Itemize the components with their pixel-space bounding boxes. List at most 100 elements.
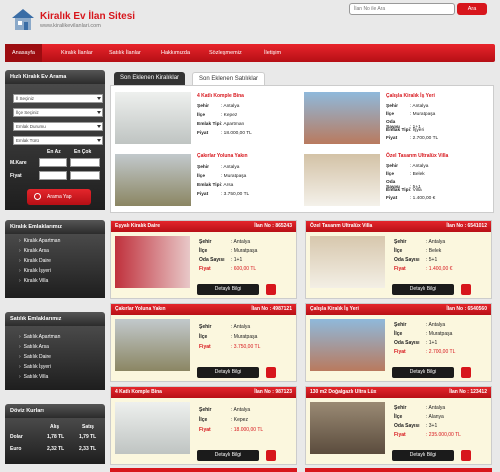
- listing-image[interactable]: [115, 154, 191, 206]
- price-min-input[interactable]: [39, 171, 67, 180]
- listing-card: Çalışla Kiralık İş Yeri İlan No : 6540560…: [305, 303, 492, 382]
- card-image[interactable]: [115, 402, 190, 454]
- search-button[interactable]: Ara: [457, 3, 487, 15]
- card-district: İlçe: Alanya: [394, 414, 444, 420]
- search-submit-button[interactable]: Arama Yap: [27, 189, 91, 205]
- details-button[interactable]: Detaylı Bilgi: [392, 284, 454, 295]
- card-listing-no: İlan No : 987123: [254, 389, 292, 395]
- search-panel-title: Hızlı Kiralık Ev Arama: [5, 70, 105, 84]
- listing-city: Şehir: Antalya: [386, 164, 429, 169]
- m2-min-input[interactable]: [39, 158, 67, 167]
- card-image[interactable]: [310, 236, 385, 288]
- sale-link-office[interactable]: Satılık İşyeri: [19, 364, 51, 370]
- cart-icon[interactable]: [461, 450, 471, 461]
- card-price: Fiyat: 3.750,00 TL: [199, 344, 261, 350]
- nav-item-home[interactable]: Anasayfa: [5, 44, 42, 62]
- sale-link-flat[interactable]: Satılık Daire: [19, 354, 51, 360]
- card-image[interactable]: [115, 319, 190, 371]
- currency-name: Euro: [10, 446, 22, 452]
- listing-title[interactable]: Özel Tasarım Ultralüx Villa: [386, 153, 448, 159]
- card-city: Şehir: Antalya: [394, 239, 446, 245]
- rent-panel-title: Kiralık Emlaklarımız: [5, 220, 105, 234]
- card-price: Fiyat: 18.000,00 TL: [199, 427, 264, 433]
- rent-link-apartment[interactable]: Kiralık Apartman: [19, 238, 61, 244]
- min-column-label: En Az: [47, 149, 61, 155]
- sale-link-apartment[interactable]: Satılık Apartman: [19, 334, 61, 340]
- card-rooms: Oda Sayısı: 1+1: [199, 257, 243, 263]
- card-price: Fiyat: 1.400,00 €: [394, 266, 453, 272]
- rent-link-land[interactable]: Kiralık Arsa: [19, 248, 49, 254]
- details-button[interactable]: Detaylı Bilgi: [197, 367, 259, 378]
- card-title[interactable]: Eşyalı Kiralık Daire: [115, 223, 160, 229]
- price-max-input[interactable]: [70, 171, 100, 180]
- tab-latest-sales[interactable]: Son Eklenen Satılıklar: [192, 72, 266, 85]
- listing-title[interactable]: 4 Katlı Komple Bina: [197, 93, 244, 99]
- sale-link-villa[interactable]: Satılık Villa: [19, 374, 49, 380]
- rent-link-flat[interactable]: Kiralık Daire: [19, 258, 51, 264]
- nav-item-contact[interactable]: İletişim: [264, 44, 281, 62]
- type-select[interactable]: Emlak Türü: [13, 136, 103, 145]
- currency-sell: 2,33 TL: [79, 446, 97, 452]
- cart-icon[interactable]: [266, 367, 276, 378]
- currency-panel: Döviz Kurları Alış Satış Dolar 1,78 TL 1…: [5, 404, 105, 464]
- card-image[interactable]: [310, 402, 385, 454]
- listing-image[interactable]: [304, 92, 380, 144]
- card-title[interactable]: Çakırlar Yoluna Yakın: [115, 306, 166, 312]
- price-label: Fiyat: [10, 173, 22, 179]
- cart-icon[interactable]: [266, 284, 276, 295]
- sale-link-land[interactable]: Satılık Arsa: [19, 344, 49, 350]
- card-image[interactable]: [115, 236, 190, 288]
- currency-panel-title: Döviz Kurları: [5, 404, 105, 418]
- rent-link-villa[interactable]: Kiralık Villa: [19, 278, 49, 284]
- details-button[interactable]: Detaylı Bilgi: [392, 367, 454, 378]
- listing-card: Eşyalı Kiralık Daire İlan No : 865243 Şeh…: [110, 220, 297, 299]
- search-input[interactable]: İlan No ile Ara: [349, 3, 455, 15]
- card-price: Fiyat: 600,00 TL: [199, 266, 257, 272]
- card-title[interactable]: 130 m2 Doğalgazlı Ultra Lüx: [310, 389, 376, 395]
- card-city: Şehir: Antalya: [199, 239, 251, 245]
- card-listing-no: İlan No : 123412: [449, 389, 487, 395]
- tab-latest-rentals[interactable]: Son Eklenen Kiralıklar: [114, 72, 186, 85]
- city-select[interactable]: İl Seçiniz: [13, 94, 103, 103]
- listing-image[interactable]: [115, 92, 191, 144]
- card-listing-no: İlan No : 4987121: [251, 306, 292, 312]
- cart-icon[interactable]: [266, 450, 276, 461]
- status-select[interactable]: Emlak Durumu: [13, 122, 103, 131]
- card-title[interactable]: Çalışla Kiralık İş Yeri: [310, 306, 359, 312]
- listing-title[interactable]: Çalışla Kiralık İş Yeri: [386, 93, 435, 99]
- rent-link-office[interactable]: Kiralık İşyeri: [19, 268, 51, 274]
- listing-title[interactable]: Çakırlar Yoluna Yakın: [197, 153, 248, 159]
- max-column-label: En Çok: [74, 149, 92, 155]
- details-button[interactable]: Detaylı Bilgi: [197, 450, 259, 461]
- card-district: İlçe: Muratpaşa: [199, 334, 258, 340]
- details-button[interactable]: Detaylı Bilgi: [197, 284, 259, 295]
- card-rooms: Oda Sayısı: 5+1: [394, 257, 438, 263]
- listing-type: Emlak Tipi: Arsa: [197, 183, 234, 188]
- cart-icon[interactable]: [461, 284, 471, 295]
- district-select[interactable]: İlçe Seçiniz: [13, 108, 103, 117]
- card-city: Şehir: Antalya: [199, 324, 251, 330]
- m2-max-input[interactable]: [70, 158, 100, 167]
- listing-price: Fiyat: 2.700,00 TL: [386, 136, 439, 141]
- nav-item-rent[interactable]: Kiralık İlanlar: [61, 44, 93, 62]
- cart-icon[interactable]: [461, 367, 471, 378]
- details-button[interactable]: Detaylı Bilgi: [392, 450, 454, 461]
- card-image[interactable]: [310, 319, 385, 371]
- site-title[interactable]: Kiralık Ev İlan Sitesi: [40, 11, 135, 22]
- listing-district: İlçe: Muratpaşa: [197, 174, 247, 179]
- card-title[interactable]: Özel Tasarım Ultralüx Villa: [310, 223, 372, 229]
- card-price: Fiyat: 235.000,00 TL: [394, 432, 461, 438]
- nav-item-contract[interactable]: Sözleşmemiz: [209, 44, 242, 62]
- card-listing-no: İlan No : 865243: [254, 223, 292, 229]
- card-listing-no: İlan No : 6541012: [446, 223, 487, 229]
- listing-image[interactable]: [304, 154, 380, 206]
- listing-city: Şehir: Antalya: [197, 165, 240, 170]
- site-url: www.kiralikevilanlari.com: [40, 23, 101, 29]
- nav-item-sale[interactable]: Satılık İlanlar: [109, 44, 141, 62]
- house-logo-icon[interactable]: [10, 6, 36, 32]
- card-title[interactable]: 4 Katlı Komple Bina: [115, 389, 162, 395]
- listing-card-partial: [305, 468, 492, 472]
- nav-item-about[interactable]: Hakkımızda: [161, 44, 190, 62]
- listing-card: Çakırlar Yoluna Yakın İlan No : 4987121 Ş…: [110, 303, 297, 382]
- listing-price: Fiyat: 18.000,00 TL: [197, 131, 252, 136]
